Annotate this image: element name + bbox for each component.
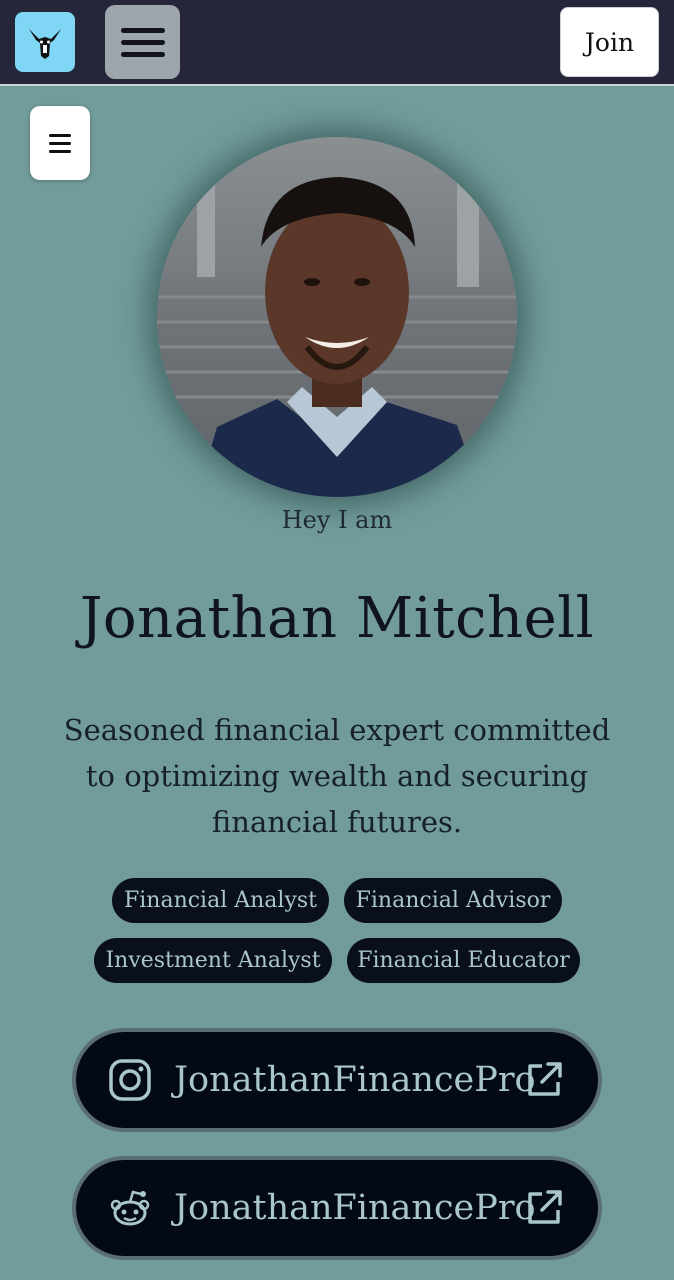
profile-bio: Seasoned financial expert committed to o… — [63, 713, 611, 839]
join-button[interactable]: Join — [560, 7, 659, 77]
hamburger-icon[interactable] — [105, 5, 180, 79]
bull-logo-icon[interactable] — [15, 12, 75, 72]
reddit-icon — [108, 1186, 152, 1230]
profile-name: Jonathan Mitchell — [79, 586, 595, 651]
hamburger-icon — [49, 133, 71, 137]
tag-investment-analyst[interactable]: Investment Analyst — [94, 938, 332, 983]
tag-financial-analyst[interactable]: Financial Analyst — [112, 878, 329, 923]
tag-financial-advisor[interactable]: Financial Advisor — [344, 878, 562, 923]
reddit-handle: JonathanFinancePro — [174, 1188, 536, 1228]
avatar — [157, 137, 517, 497]
instagram-handle: JonathanFinancePro — [174, 1060, 536, 1100]
reddit-link-button[interactable]: JonathanFinancePro — [72, 1156, 602, 1260]
external-link-icon — [522, 1186, 566, 1230]
top-navigation-bar: Join — [0, 0, 674, 86]
external-link-icon — [522, 1058, 566, 1102]
instagram-icon — [108, 1058, 152, 1102]
greeting-text: Hey I am — [281, 506, 393, 534]
tag-financial-educator[interactable]: Financial Educator — [347, 938, 580, 983]
side-menu-toggle[interactable] — [30, 106, 90, 180]
instagram-link-button[interactable]: JonathanFinancePro — [72, 1028, 602, 1132]
